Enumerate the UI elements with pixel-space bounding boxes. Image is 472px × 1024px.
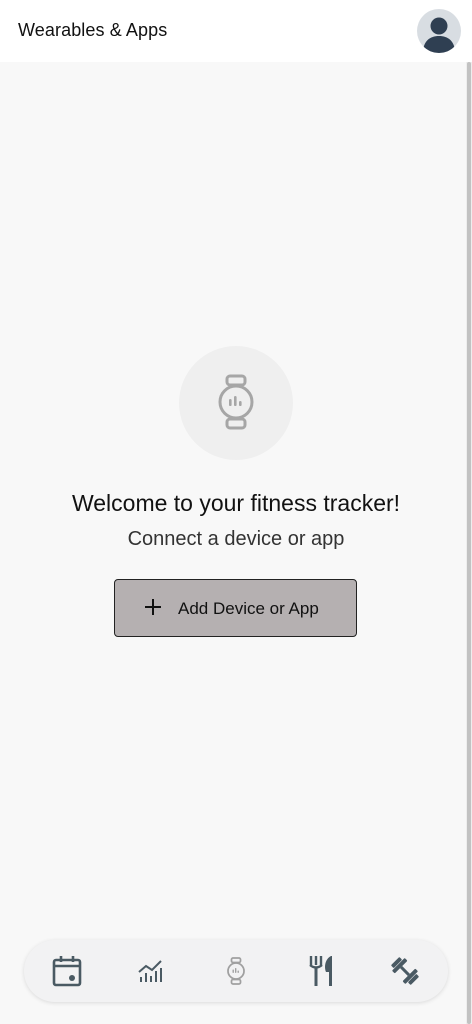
bottom-nav xyxy=(24,940,448,1002)
add-device-button[interactable]: Add Device or App xyxy=(114,579,357,637)
nav-workouts[interactable] xyxy=(388,954,422,988)
nav-wearables[interactable] xyxy=(219,954,253,988)
user-avatar-icon[interactable] xyxy=(417,9,461,53)
smartwatch-icon xyxy=(227,957,245,985)
add-device-label: Add Device or App xyxy=(178,599,319,618)
app-header: Wearables & Apps xyxy=(0,0,472,62)
nav-progress[interactable] xyxy=(134,954,168,988)
smartwatch-icon xyxy=(218,374,254,430)
plus-icon xyxy=(145,599,161,615)
nav-nutrition[interactable] xyxy=(304,954,338,988)
page-title: Wearables & Apps xyxy=(18,20,168,40)
hero-watch-badge xyxy=(179,346,293,460)
nav-calendar[interactable] xyxy=(50,954,84,988)
welcome-subtitle: Connect a device or app xyxy=(127,528,345,550)
welcome-heading: Welcome to your fitness tracker! xyxy=(71,490,401,516)
fork-knife-icon xyxy=(309,956,332,986)
chart-icon xyxy=(138,960,162,982)
calendar-icon xyxy=(52,956,82,987)
dumbbell-icon xyxy=(391,957,419,985)
